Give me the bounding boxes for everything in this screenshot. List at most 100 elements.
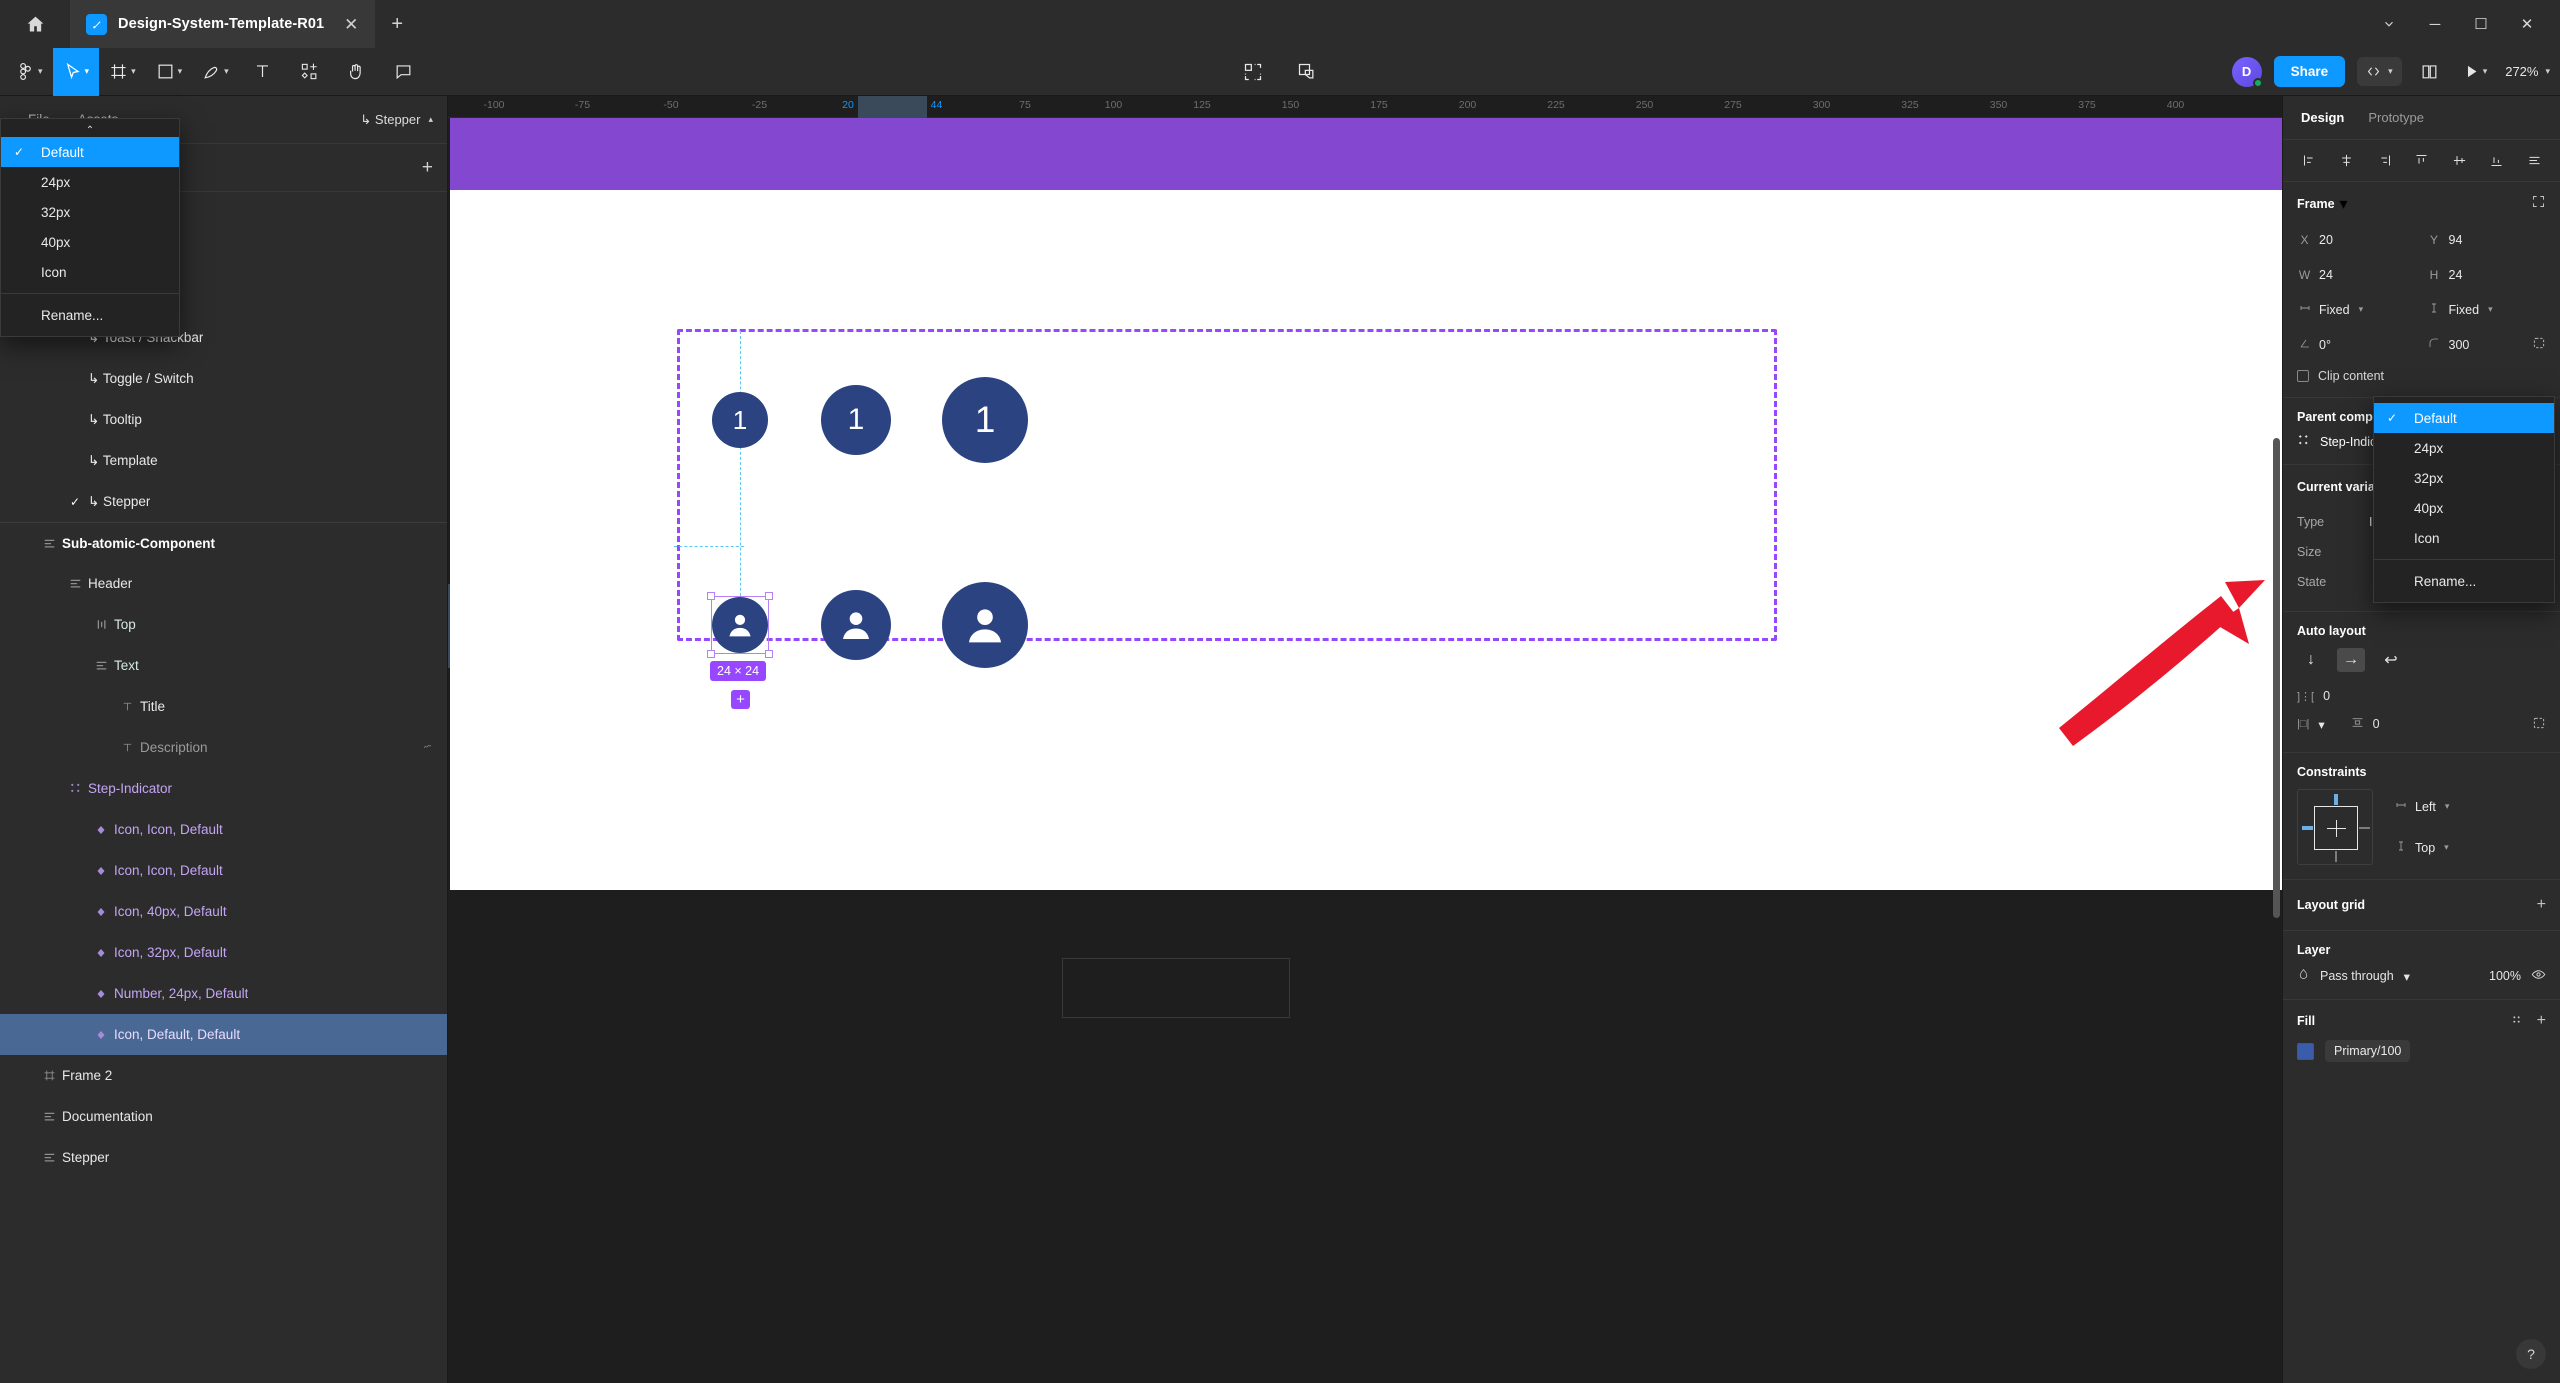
- variant-size-dropdown-left[interactable]: ⌃ ✓ Default 24px 32px 40px Icon Rename...: [0, 118, 180, 337]
- constraints-grid[interactable]: [2297, 789, 2373, 865]
- new-tab-button[interactable]: +: [375, 0, 419, 48]
- menu-item-40px[interactable]: 40px: [2374, 493, 2554, 523]
- resize-handle-tr[interactable]: [765, 592, 773, 600]
- select-layers-button[interactable]: [1291, 48, 1323, 96]
- menu-item-icon[interactable]: Icon: [2374, 523, 2554, 553]
- layer-row[interactable]: Step-Indicator: [0, 768, 447, 809]
- layer-row[interactable]: Icon, Icon, Default: [0, 850, 447, 891]
- layer-row[interactable]: Icon, 32px, Default: [0, 932, 447, 973]
- resize-handle-bl[interactable]: [707, 650, 715, 658]
- close-window-button[interactable]: ✕: [2504, 0, 2550, 48]
- align-left-icon[interactable]: [2297, 153, 2321, 168]
- shape-tool-button[interactable]: ▾: [146, 48, 193, 96]
- canvas-empty-area[interactable]: [450, 890, 2282, 1383]
- menu-item-40px[interactable]: 40px: [1, 227, 179, 257]
- step-circle-icon-40[interactable]: [942, 582, 1028, 668]
- component-actions-button[interactable]: [286, 48, 333, 96]
- file-tab[interactable]: Design-System-Template-R01 ✕: [70, 0, 376, 48]
- resize-handle-br[interactable]: [765, 650, 773, 658]
- fit-content-icon[interactable]: [2531, 194, 2546, 214]
- layer-row[interactable]: ↳ Template: [0, 440, 447, 481]
- direction-horizontal-icon[interactable]: →: [2337, 648, 2365, 672]
- maximize-button[interactable]: ☐: [2458, 0, 2504, 48]
- constraint-right-bar[interactable]: [2359, 827, 2370, 829]
- share-button[interactable]: Share: [2273, 56, 2346, 87]
- layer-row[interactable]: Documentation: [0, 1096, 447, 1137]
- constraint-vertical-field[interactable]: Top ▾: [2393, 834, 2449, 861]
- menu-item-32px[interactable]: 32px: [1, 197, 179, 227]
- hand-tool-button[interactable]: [333, 48, 380, 96]
- menu-item-rename[interactable]: Rename...: [1, 300, 179, 330]
- text-tool-button[interactable]: [239, 48, 286, 96]
- step-circle-number-32[interactable]: 1: [821, 385, 891, 455]
- menu-item-24px[interactable]: 24px: [1, 167, 179, 197]
- fill-styles-icon[interactable]: [2510, 1013, 2523, 1029]
- grid-view-button[interactable]: [1237, 48, 1269, 96]
- figma-menu-button[interactable]: ▾: [0, 48, 53, 96]
- menu-item-32px[interactable]: 32px: [2374, 463, 2554, 493]
- more-options-icon[interactable]: [2522, 153, 2546, 168]
- corner-radius-field[interactable]: 300: [2427, 331, 2547, 358]
- layer-row[interactable]: Title: [0, 686, 447, 727]
- clip-content-row[interactable]: Clip content: [2297, 369, 2546, 383]
- canvas-vertical-scrollbar[interactable]: [2273, 438, 2280, 918]
- breadcrumb[interactable]: ↳ Stepper ▴: [360, 112, 433, 128]
- constraint-bottom-bar[interactable]: [2335, 851, 2337, 862]
- add-fill-button[interactable]: +: [2537, 1012, 2546, 1030]
- layer-row[interactable]: Text: [0, 645, 447, 686]
- layer-row[interactable]: Icon, Icon, Default: [0, 809, 447, 850]
- menu-item-24px[interactable]: 24px: [2374, 433, 2554, 463]
- height-field[interactable]: H 24: [2427, 261, 2547, 288]
- padding-value[interactable]: 0: [2373, 717, 2380, 731]
- direction-vertical-icon[interactable]: ↓: [2297, 648, 2325, 672]
- home-button[interactable]: [0, 0, 70, 48]
- constraint-horizontal-field[interactable]: Left ▾: [2393, 793, 2449, 820]
- add-layout-grid-button[interactable]: +: [2537, 896, 2546, 914]
- minimize-button[interactable]: ─: [2412, 0, 2458, 48]
- layer-row[interactable]: ✓ ↳ Stepper: [0, 481, 447, 522]
- add-to-variants-badge[interactable]: +: [731, 690, 750, 709]
- tab-prototype[interactable]: Prototype: [2368, 110, 2424, 125]
- constraint-left-bar[interactable]: [2302, 826, 2313, 830]
- opacity-value[interactable]: 100%: [2489, 969, 2521, 983]
- comment-tool-button[interactable]: [380, 48, 427, 96]
- layer-row[interactable]: Frame 2: [0, 1055, 447, 1096]
- visibility-icon[interactable]: [2531, 967, 2546, 985]
- width-field[interactable]: W 24: [2297, 261, 2417, 288]
- close-tab-icon[interactable]: ✕: [341, 16, 361, 33]
- chevron-down-icon[interactable]: ▾: [2404, 969, 2410, 984]
- menu-item-default[interactable]: ✓ Default: [1, 137, 179, 167]
- help-button[interactable]: ?: [2516, 1339, 2546, 1369]
- layer-row[interactable]: ↳ Tooltip: [0, 399, 447, 440]
- align-right-icon[interactable]: [2372, 153, 2396, 168]
- menu-item-default[interactable]: ✓ Default: [2374, 403, 2554, 433]
- canvas-area[interactable]: -100 -75 -50 -25 20 44 75 100 125 150 175 200 225 250…: [448, 96, 2282, 1383]
- layer-row[interactable]: Stepper: [0, 1137, 447, 1178]
- library-button[interactable]: [2414, 48, 2445, 96]
- chevron-down-icon[interactable]: ▾: [2318, 717, 2324, 732]
- move-tool-button[interactable]: ▾: [52, 47, 100, 96]
- step-circle-number-40[interactable]: 1: [942, 377, 1028, 463]
- chevron-down-icon[interactable]: ▾: [2340, 194, 2348, 214]
- layer-row[interactable]: Icon, 40px, Default: [0, 891, 447, 932]
- layer-row[interactable]: Icon, Default, Default: [0, 1014, 447, 1055]
- layer-row[interactable]: ↳ Toggle / Switch: [0, 358, 447, 399]
- resize-handle-tl[interactable]: [707, 592, 715, 600]
- direction-wrap-icon[interactable]: ↩: [2377, 648, 2405, 672]
- align-bottom-icon[interactable]: [2485, 153, 2509, 168]
- fill-color-swatch[interactable]: [2297, 1042, 2314, 1060]
- layer-row[interactable]: Description: [0, 727, 447, 768]
- vertical-resizing-field[interactable]: Fixed ▾: [2427, 296, 2547, 323]
- clip-content-checkbox[interactable]: [2297, 370, 2309, 382]
- layer-row[interactable]: Top: [0, 604, 447, 645]
- canvas-stage[interactable]: 1 1 1 24 × 24 +: [448, 118, 2282, 1383]
- independent-corners-icon[interactable]: [2532, 336, 2546, 353]
- frame-tool-button[interactable]: ▾: [99, 48, 146, 96]
- rotation-field[interactable]: 0°: [2297, 331, 2417, 358]
- avatar[interactable]: D: [2231, 56, 2263, 88]
- scroll-up-icon[interactable]: ⌃: [1, 123, 179, 137]
- step-circle-number-24[interactable]: 1: [712, 392, 768, 448]
- menu-item-icon[interactable]: Icon: [1, 257, 179, 287]
- blend-mode-value[interactable]: Pass through: [2320, 969, 2394, 983]
- align-horizontal-center-icon[interactable]: [2335, 153, 2359, 168]
